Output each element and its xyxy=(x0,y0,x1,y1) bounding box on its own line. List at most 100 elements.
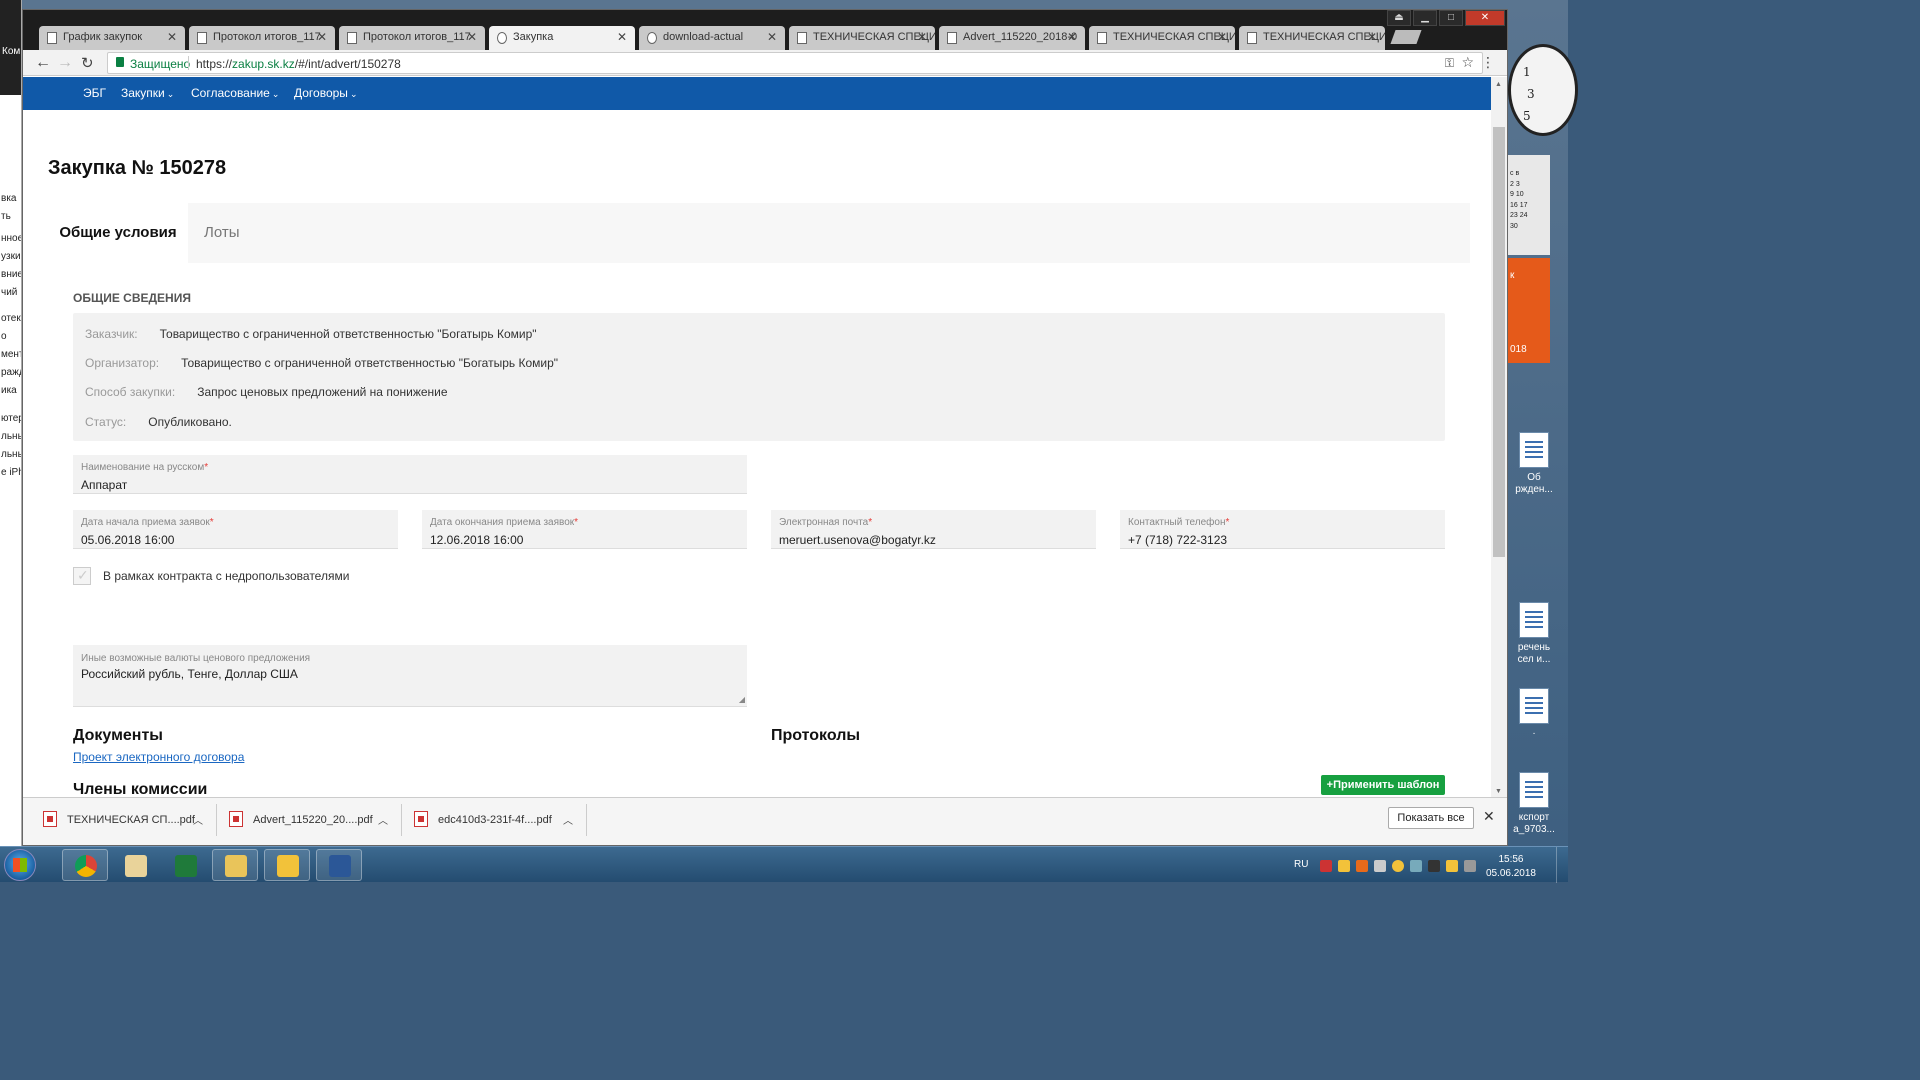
bookmark-star-icon[interactable]: ☆ xyxy=(1461,54,1474,71)
desktop-file-icon[interactable]: Об ржден... xyxy=(1508,432,1560,496)
close-tab-icon[interactable]: ✕ xyxy=(317,30,327,44)
nav-item-contracts[interactable]: Договоры ⌄ xyxy=(294,86,357,100)
menu-icon[interactable]: ⋮ xyxy=(1481,54,1495,71)
close-tab-icon[interactable]: ✕ xyxy=(1367,30,1377,44)
browser-tab[interactable]: Протокол итогов_117 ✕ xyxy=(189,26,335,50)
close-tab-icon[interactable]: ✕ xyxy=(767,30,777,44)
subsoil-contract-checkbox[interactable] xyxy=(73,567,91,585)
chevron-up-icon[interactable]: ︿ xyxy=(378,812,388,827)
taskbar-notepad[interactable] xyxy=(112,849,158,881)
scroll-down-icon[interactable]: ▼ xyxy=(1495,788,1502,795)
document-icon xyxy=(1519,602,1549,638)
close-tab-icon[interactable]: ✕ xyxy=(617,30,627,44)
scroll-up-icon[interactable]: ▲ xyxy=(1495,81,1502,88)
forward-icon[interactable]: → xyxy=(57,54,73,72)
currencies-textarea[interactable]: Иные возможные валюты ценового предложен… xyxy=(73,645,747,707)
close-tab-icon[interactable]: ✕ xyxy=(1217,30,1227,44)
taskbar-chrome[interactable] xyxy=(62,849,108,881)
notepad-icon xyxy=(125,855,147,877)
background-item: вка xyxy=(1,193,17,204)
network-icon[interactable] xyxy=(1410,860,1422,872)
clock-gadget: 1 3 5 xyxy=(1508,44,1578,136)
new-tab-button[interactable] xyxy=(1390,30,1422,44)
page-icon xyxy=(797,32,807,44)
user-icon[interactable]: ⏏ xyxy=(1387,10,1411,26)
language-indicator[interactable]: RU xyxy=(1294,859,1308,870)
tray-icon[interactable] xyxy=(1338,860,1350,872)
taskbar-outlook[interactable] xyxy=(264,849,310,881)
close-window-icon[interactable]: ✕ xyxy=(1465,10,1505,26)
close-icon[interactable]: ✕ xyxy=(1483,808,1495,825)
browser-tab[interactable]: Advert_115220_2018-0 ✕ xyxy=(939,26,1085,50)
end-date-field[interactable]: Дата окончания приема заявок* 12.06.2018… xyxy=(422,510,747,549)
download-bar: ТЕХНИЧЕСКАЯ СП....pdf ︿ Advert_115220_20… xyxy=(23,797,1507,845)
volume-icon[interactable] xyxy=(1374,860,1386,872)
start-button[interactable] xyxy=(4,849,36,881)
tray-icon[interactable] xyxy=(1428,860,1440,872)
nav-item-approval[interactable]: Согласование ⌄ xyxy=(191,86,279,100)
maximize-icon[interactable]: □ xyxy=(1439,10,1463,26)
tab-lots[interactable]: Лоты xyxy=(204,203,240,263)
reload-icon[interactable]: ↻ xyxy=(81,54,94,72)
url-text[interactable]: https://zakup.sk.kz/#/int/advert/150278 xyxy=(196,57,401,71)
tray-icon[interactable] xyxy=(1356,860,1368,872)
apply-template-button[interactable]: +Применить шаблон xyxy=(1321,775,1445,795)
phone-field[interactable]: Контактный телефон* +7 (718) 722-3123 xyxy=(1120,510,1445,549)
scrollbar-thumb[interactable] xyxy=(1493,127,1505,557)
show-desktop-button[interactable] xyxy=(1556,847,1568,883)
page-tabs: Общие условия Лоты xyxy=(48,203,1470,263)
taskbar-excel[interactable] xyxy=(162,849,208,881)
back-icon[interactable]: ← xyxy=(35,54,51,72)
minimize-icon[interactable]: ▁ xyxy=(1413,10,1437,26)
protocols-heading: Протоколы xyxy=(771,727,861,744)
page-icon xyxy=(947,32,957,44)
email-field[interactable]: Электронная почта* meruert.usenova@bogat… xyxy=(771,510,1096,549)
name-ru-field[interactable]: Наименование на русском* Аппарат xyxy=(73,455,747,494)
browser-tab[interactable]: download-actual ✕ xyxy=(639,26,785,50)
browser-tab[interactable]: График закупок ✕ xyxy=(39,26,185,50)
site-navbar: ЭБГ Закупки ⌄ Согласование ⌄ Договоры ⌄ xyxy=(23,77,1491,110)
browser-tab[interactable]: Протокол итогов_117 ✕ xyxy=(339,26,485,50)
tray-icon[interactable] xyxy=(1320,860,1332,872)
address-bar[interactable]: Защищено https://zakup.sk.kz/#/int/adver… xyxy=(107,52,1483,74)
chevron-up-icon[interactable]: ︿ xyxy=(193,812,203,827)
commission-heading: Члены комиссии xyxy=(73,781,208,797)
speaker-icon[interactable] xyxy=(1464,860,1476,872)
browser-tab[interactable]: ТЕХНИЧЕСКАЯ СПЕЦИ ✕ xyxy=(789,26,935,50)
folder-icon xyxy=(225,855,247,877)
key-icon[interactable]: ⚿ xyxy=(1445,56,1454,71)
close-tab-icon[interactable]: ✕ xyxy=(917,30,927,44)
show-all-downloads-button[interactable]: Показать все xyxy=(1388,807,1474,829)
taskbar-explorer[interactable] xyxy=(212,849,258,881)
browser-tab-active[interactable]: Закупка ✕ xyxy=(489,26,635,50)
desktop-file-icon[interactable]: речень сел и... xyxy=(1508,602,1560,666)
page-scrollbar[interactable]: ▲ ▼ xyxy=(1491,77,1507,797)
clock-display[interactable]: 15:56 05.06.2018 xyxy=(1486,853,1536,881)
resize-handle-icon[interactable]: ◢ xyxy=(739,695,745,704)
close-tab-icon[interactable]: ✕ xyxy=(1067,30,1077,44)
system-tray: RU 15:56 05.06.2018 xyxy=(1278,847,1568,883)
tray-icon[interactable] xyxy=(1446,860,1458,872)
desktop-file-icon[interactable]: кспорт а_9703... xyxy=(1508,772,1560,836)
page-icon xyxy=(47,32,57,44)
download-item[interactable]: ТЕХНИЧЕСКАЯ СП....pdf ︿ xyxy=(43,810,213,834)
contract-draft-link[interactable]: Проект электронного договора xyxy=(73,750,244,764)
desktop-file-icon[interactable]: · xyxy=(1508,688,1560,740)
nav-item-ebg[interactable]: ЭБГ xyxy=(83,86,106,100)
close-tab-icon[interactable]: ✕ xyxy=(467,30,477,44)
chevron-up-icon[interactable]: ︿ xyxy=(563,812,573,827)
taskbar-word[interactable] xyxy=(316,849,362,881)
nav-item-purchases[interactable]: Закупки ⌄ xyxy=(121,86,174,100)
close-tab-icon[interactable]: ✕ xyxy=(167,30,177,44)
tab-general-conditions[interactable]: Общие условия xyxy=(48,203,188,263)
document-icon xyxy=(1519,772,1549,808)
browser-tab[interactable]: ТЕХНИЧЕСКАЯ СПЕЦИ ✕ xyxy=(1239,26,1385,50)
start-date-field[interactable]: Дата начала приема заявок* 05.06.2018 16… xyxy=(73,510,398,549)
background-item: ика xyxy=(1,385,17,396)
browser-tab[interactable]: ТЕХНИЧЕСКАЯ СПЕЦИ ✕ xyxy=(1089,26,1235,50)
download-item[interactable]: edc410d3-231f-4f....pdf ︿ xyxy=(414,810,584,834)
pdf-icon xyxy=(229,811,243,827)
globe-icon xyxy=(647,32,657,44)
download-item[interactable]: Advert_115220_20....pdf ︿ xyxy=(229,810,399,834)
tray-icon[interactable] xyxy=(1392,860,1404,872)
